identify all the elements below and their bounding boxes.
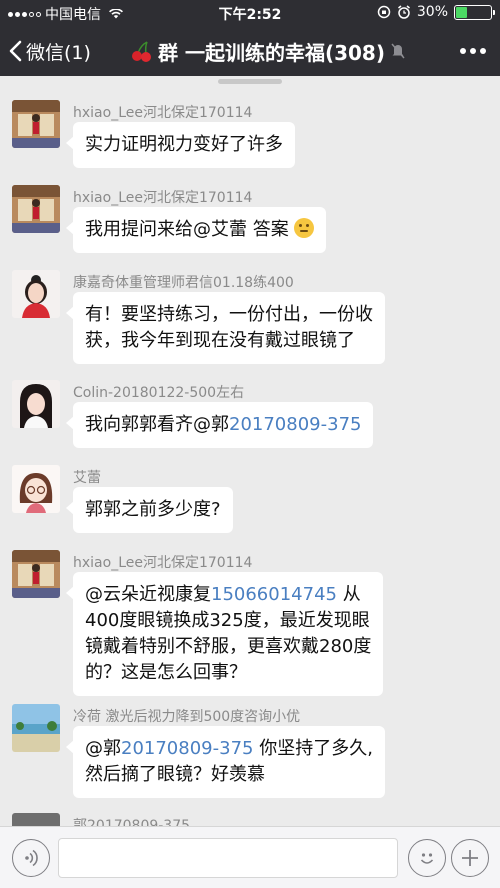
sender-name: Colin-20180122-500左右 — [73, 385, 245, 401]
message-text-line: 获，我今年到现在没有戴过眼镜了 — [85, 330, 355, 351]
message-text: 从 — [336, 584, 361, 605]
sender-name: 冷荷 激光后视力降到500度咨询小优 — [73, 709, 301, 725]
battery-percent: 30% — [416, 4, 448, 20]
sender-name: hxiao_Lee河北保定170114 — [73, 105, 253, 121]
message-input[interactable] — [58, 838, 398, 878]
message-bubble[interactable]: 实力证明视力变好了许多 — [66, 122, 295, 168]
message-text-line: 有！要坚持练习，一份付出，一份收 — [85, 304, 373, 325]
battery-icon — [454, 4, 495, 20]
message-bubble[interactable]: 郭郭之前多少度? — [66, 487, 233, 533]
smiley-icon — [420, 853, 434, 864]
back-label: 微信(1) — [26, 41, 91, 64]
back-button[interactable]: 微信(1) — [8, 26, 91, 76]
avatar[interactable] — [12, 270, 60, 318]
chat-title-area: 群 一起训练的幸福(308) — [130, 26, 405, 76]
sender-name: hxiao_Lee河北保定170114 — [73, 555, 253, 571]
message-bubble[interactable]: @郭20170809-375 你坚持了多久, 然后摘了眼镜？好羡慕 — [66, 726, 385, 798]
plus-icon — [462, 850, 478, 866]
message-text-line: 的？这是怎么回事？ — [85, 662, 247, 683]
pull-indicator — [218, 79, 282, 84]
phone-number-link[interactable]: 15066014745 — [211, 584, 337, 605]
mute-icon — [391, 43, 405, 59]
avatar[interactable] — [12, 704, 60, 752]
more-options-button[interactable] — [460, 26, 486, 76]
voice-icon — [25, 849, 38, 867]
avatar[interactable] — [12, 465, 60, 513]
avatar[interactable] — [12, 185, 60, 233]
message-bubble[interactable]: 有！要坚持练习，一份付出，一份收 获，我今年到现在没有戴过眼镜了 — [66, 292, 385, 364]
avatar[interactable] — [12, 550, 60, 598]
more-actions-button[interactable] — [451, 839, 489, 877]
status-right: 30% — [377, 4, 495, 20]
message-text: @云朵近视康复 — [85, 584, 211, 605]
message-bubble[interactable]: @云朵近视康复15066014745 从 400度眼镜换成325度，最近发现眼 … — [65, 572, 384, 696]
sender-name: 郭20170809-375 — [73, 818, 191, 826]
message-text: 我用提问来给@艾蕾 答案 — [85, 219, 289, 240]
chevron-left-icon — [9, 40, 22, 62]
message-bubble[interactable]: 我用提问来给@艾蕾 答案 — [65, 207, 327, 253]
status-bar: 中国电信 下午2:52 30% — [0, 0, 500, 26]
message-text: 我向郭郭看齐@郭 — [85, 414, 229, 435]
phone-number-link[interactable]: 20170809-375 — [121, 738, 253, 759]
voice-input-button[interactable] — [12, 839, 50, 877]
chat-header: 微信(1) 群 一起训练的幸福(308) — [0, 26, 500, 76]
message-list[interactable]: hxiao_Lee河北保定170114 实力证明视力变好了许多 hxiao_Le… — [0, 86, 500, 826]
phone-number-link[interactable]: 20170809-375 — [229, 414, 361, 435]
sender-name: hxiao_Lee河北保定170114 — [73, 190, 253, 206]
alarm-icon — [397, 5, 410, 19]
message-text-line: 400度眼镜换成325度，最近发现眼 — [85, 610, 370, 631]
avatar[interactable] — [12, 380, 60, 428]
message-text: @郭 — [85, 738, 121, 759]
message-text-line: 镜戴着特别不舒服，更喜欢戴280度 — [85, 636, 372, 657]
sender-name: 康嘉奇体重管理师君信01.18练400 — [73, 275, 294, 291]
chat-title: 群 一起训练的幸福(308) — [158, 40, 385, 65]
message-text-line: 然后摘了眼镜？好羡慕 — [85, 764, 265, 785]
message-text: 实力证明视力变好了许多 — [85, 134, 283, 155]
avatar[interactable] — [12, 100, 60, 148]
emoji-button[interactable] — [408, 839, 446, 877]
avatar[interactable] — [12, 813, 60, 826]
message-text: 你坚持了多久, — [253, 738, 373, 759]
thinking-emoji-icon — [294, 218, 315, 238]
cherry-icon — [132, 41, 151, 62]
input-toolbar — [0, 826, 500, 888]
rotation-lock-icon — [377, 5, 391, 19]
message-bubble[interactable]: 我向郭郭看齐@郭20170809-375 — [65, 402, 374, 448]
battery-fill — [456, 6, 467, 18]
sender-name: 艾蕾 — [73, 470, 101, 486]
message-text: 郭郭之前多少度? — [85, 499, 221, 520]
